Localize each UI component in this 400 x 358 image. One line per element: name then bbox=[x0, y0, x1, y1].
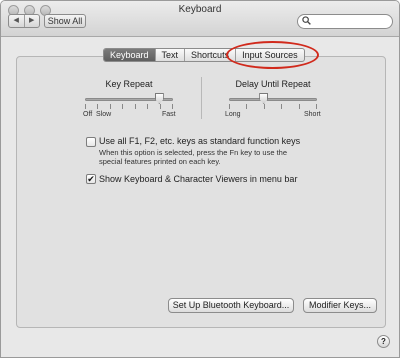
slider-tick bbox=[122, 104, 123, 109]
delay-short-label: Short bbox=[304, 111, 321, 118]
forward-arrow-icon[interactable]: ▶ bbox=[25, 15, 40, 27]
slider-tick bbox=[316, 104, 317, 109]
keyboard-preferences-window: Keyboard ◀ ▶ Show All Keyboard Text Shor… bbox=[0, 0, 400, 358]
tab-keyboard[interactable]: Keyboard bbox=[104, 49, 156, 61]
slider-tick bbox=[97, 104, 98, 109]
search-icon bbox=[302, 16, 311, 29]
slider-divider bbox=[201, 77, 202, 119]
slider-tick bbox=[281, 104, 282, 109]
slider-tick bbox=[147, 104, 148, 109]
key-repeat-title: Key Repeat bbox=[105, 79, 153, 89]
key-repeat-ticks bbox=[85, 104, 173, 109]
function-keys-help-text: When this option is selected, press the … bbox=[99, 148, 288, 166]
function-keys-checkbox[interactable] bbox=[86, 137, 96, 147]
slider-tick bbox=[85, 104, 86, 109]
help-button[interactable]: ? bbox=[377, 335, 390, 348]
slider-tick bbox=[299, 104, 300, 109]
viewers-label: Show Keyboard & Character Viewers in men… bbox=[99, 174, 298, 184]
function-keys-label: Use all F1, F2, etc. keys as standard fu… bbox=[99, 136, 301, 146]
tab-text[interactable]: Text bbox=[156, 49, 186, 61]
viewers-checkbox[interactable]: ✔ bbox=[86, 174, 96, 184]
modifier-keys-button[interactable]: Modifier Keys... bbox=[303, 298, 377, 313]
key-repeat-slow-label: Slow bbox=[96, 111, 112, 118]
set-up-bluetooth-keyboard-button[interactable]: Set Up Bluetooth Keyboard... bbox=[168, 298, 294, 313]
slider-tick bbox=[160, 104, 161, 109]
slider-tick bbox=[110, 104, 111, 109]
slider-tick bbox=[246, 104, 247, 109]
back-forward-control: ◀ ▶ bbox=[8, 14, 40, 28]
title-bar: Keyboard ◀ ▶ Show All bbox=[1, 1, 399, 37]
slider-tick bbox=[135, 104, 136, 109]
delay-until-repeat-title: Delay Until Repeat bbox=[235, 79, 311, 89]
key-repeat-fast-label: Fast bbox=[162, 111, 176, 118]
delay-long-label: Long bbox=[225, 111, 241, 118]
show-all-button[interactable]: Show All bbox=[44, 14, 86, 28]
key-repeat-off-label: Off bbox=[83, 111, 93, 118]
search-field[interactable] bbox=[297, 14, 393, 29]
search-input[interactable] bbox=[314, 16, 388, 27]
back-arrow-icon[interactable]: ◀ bbox=[9, 15, 25, 27]
input-sources-highlight-ellipse bbox=[226, 41, 319, 69]
delay-until-repeat-ticks bbox=[229, 104, 317, 109]
slider-tick bbox=[172, 104, 173, 109]
slider-tick bbox=[229, 104, 230, 109]
delay-until-repeat-slider-track[interactable] bbox=[229, 98, 317, 101]
slider-tick bbox=[264, 104, 265, 109]
